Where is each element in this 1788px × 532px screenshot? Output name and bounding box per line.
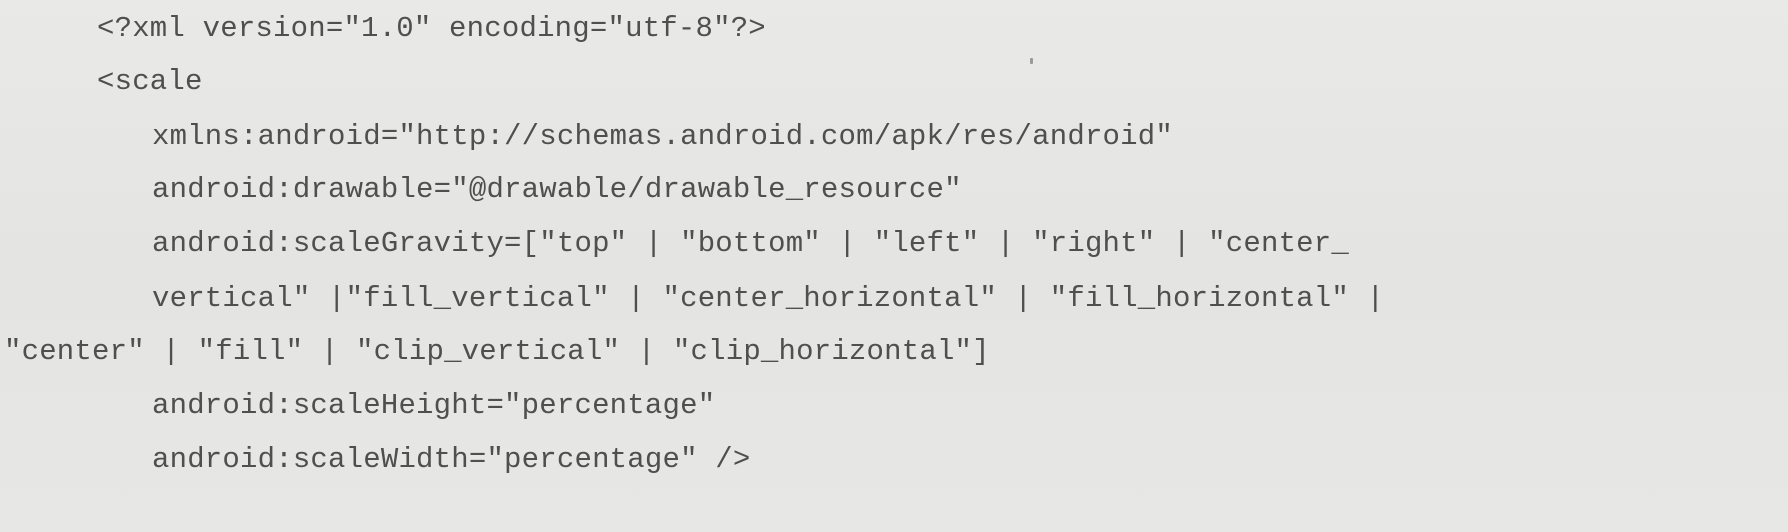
code-line-drawable-attribute: android:drawable="@drawable/drawable_res… <box>152 173 962 206</box>
code-line-xmlns-attribute: xmlns:android="http://schemas.android.co… <box>152 120 1173 153</box>
code-line-scale-gravity-continued: vertical" |"fill_vertical" | "center_hor… <box>152 282 1385 315</box>
code-line-scale-gravity-end: "center" | "fill" | "clip_vertical" | "c… <box>4 335 990 368</box>
scan-speck <box>1030 58 1033 64</box>
code-listing: <?xml version="1.0" encoding="utf-8"?> <… <box>0 0 1788 532</box>
code-line-scale-width-attribute: android:scaleWidth="percentage" /> <box>152 443 751 476</box>
code-line-scale-height-attribute: android:scaleHeight="percentage" <box>152 389 716 422</box>
code-line-scale-gravity-attribute: android:scaleGravity=["top" | "bottom" |… <box>152 227 1349 260</box>
code-line-scale-open-tag: <scale <box>97 65 203 98</box>
code-line-xml-declaration: <?xml version="1.0" encoding="utf-8"?> <box>97 12 766 45</box>
